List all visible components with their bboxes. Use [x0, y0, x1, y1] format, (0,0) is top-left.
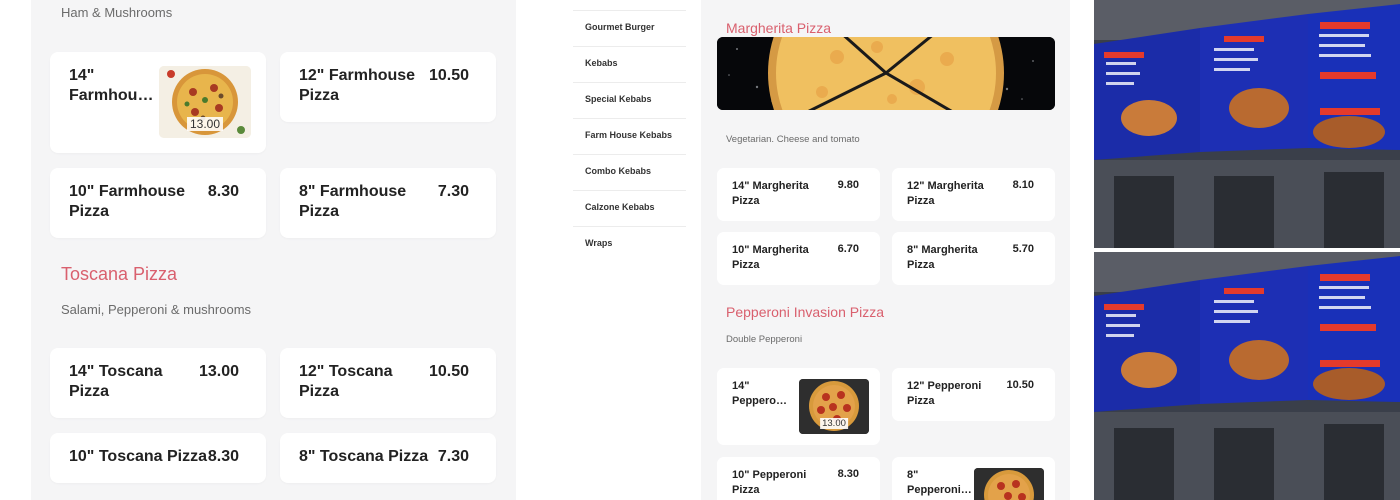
- item-price: 7.30: [437, 183, 469, 200]
- item-name: Pizza: [907, 395, 935, 407]
- item-name: Pizza: [732, 259, 760, 271]
- item-name: 12" Farmhouse: [299, 67, 416, 84]
- item-name: Pizza: [69, 383, 110, 400]
- item-name: 12" Toscana: [299, 363, 393, 380]
- item-name: 8" Toscana Pizza: [299, 448, 429, 465]
- menu-item-card[interactable]: 8" Pepperoni…: [892, 457, 1055, 500]
- item-name: Pizza: [907, 259, 935, 271]
- section-heading-margherita: Margherita Pizza: [726, 20, 832, 36]
- category-item-special-kebabs[interactable]: Special Kebabs: [573, 82, 686, 118]
- pepperoni-pizza-thumbnail[interactable]: [974, 468, 1044, 500]
- toscana-description: Salami, Pepperoni & mushrooms: [61, 302, 252, 317]
- menu-item-card[interactable]: 10" Pepperoni Pizza 8.30: [717, 457, 880, 500]
- shop-menu-board-photo: [1094, 252, 1400, 500]
- menu-item-card[interactable]: 10" Farmhouse Pizza 8.30: [50, 168, 266, 238]
- pepperoni-pizza-thumbnail[interactable]: 13.00: [799, 379, 869, 434]
- menu-item-card[interactable]: 10" Margherita Pizza 6.70: [717, 232, 880, 285]
- left-menu-panel: Ham & Mushrooms 14" Farmhou… 13.00 12" F…: [31, 0, 516, 500]
- item-name: Farmhou…: [69, 87, 154, 104]
- item-price: 8.10: [1012, 179, 1034, 191]
- category-item-combo-kebabs[interactable]: Combo Kebabs: [573, 154, 686, 190]
- menu-item-card[interactable]: 12" Margherita Pizza 8.10: [892, 168, 1055, 221]
- margherita-description: Vegetarian. Cheese and tomato: [726, 134, 860, 145]
- pizza-thumbnail[interactable]: 13.00: [159, 66, 251, 138]
- item-price: 7.30: [437, 448, 469, 465]
- category-item-farm-house-kebabs[interactable]: Farm House Kebabs: [573, 118, 686, 154]
- shop-menu-board-photo: [1094, 0, 1400, 248]
- menu-item-card[interactable]: 12" Pepperoni Pizza 10.50: [892, 368, 1055, 421]
- item-price: 10.50: [428, 363, 469, 380]
- menu-item-card[interactable]: 8" Farmhouse Pizza 7.30: [280, 168, 496, 238]
- margherita-banner: [717, 37, 1055, 110]
- item-price: 8.30: [207, 448, 239, 465]
- item-price: 5.70: [1012, 243, 1034, 255]
- item-price: 10.50: [428, 67, 469, 84]
- item-name: 12" Pepperoni: [907, 380, 982, 392]
- section-heading-pepperoni: Pepperoni Invasion Pizza: [726, 304, 884, 320]
- category-item-gourmet-burger[interactable]: Gourmet Burger: [573, 10, 686, 46]
- item-name: 14": [732, 380, 750, 392]
- section-heading-toscana: Toscana Pizza: [61, 264, 178, 284]
- menu-item-card[interactable]: 8" Toscana Pizza 7.30: [280, 433, 496, 483]
- item-name: 10" Toscana Pizza: [69, 448, 208, 465]
- item-name: Pizza: [732, 484, 760, 496]
- item-price: 6.70: [837, 243, 859, 255]
- category-item[interactable]: [573, 0, 686, 10]
- item-name: Pizza: [299, 87, 340, 104]
- item-name: 10" Margherita: [732, 244, 809, 256]
- item-name: 8" Farmhouse: [299, 183, 407, 200]
- item-name: 8" Margherita: [907, 244, 978, 256]
- item-name: Pizza: [299, 203, 340, 220]
- item-name: 14": [69, 67, 95, 84]
- item-name: 10" Pepperoni: [732, 469, 807, 481]
- item-price: 8.30: [207, 183, 239, 200]
- item-name: Pizza: [907, 195, 935, 207]
- category-nav: Gourmet Burger Kebabs Special Kebabs Far…: [573, 0, 686, 500]
- item-name: 12" Margherita: [907, 180, 984, 192]
- menu-item-card[interactable]: 14" Margherita Pizza 9.80: [717, 168, 880, 221]
- item-name: 10" Farmhouse: [69, 183, 186, 200]
- item-price: 13.00: [198, 363, 239, 380]
- farmhouse-description: Ham & Mushrooms: [61, 5, 173, 20]
- menu-item-card[interactable]: 12" Toscana Pizza 10.50: [280, 348, 496, 418]
- menu-item-card[interactable]: 14" Peppero… 13.00: [717, 368, 880, 445]
- thumbnail-price: 13.00: [820, 418, 848, 429]
- menu-item-card[interactable]: 14" Farmhou… 13.00: [50, 52, 266, 153]
- category-item-wraps[interactable]: Wraps: [573, 226, 686, 262]
- menu-item-card[interactable]: 12" Farmhouse Pizza 10.50: [280, 52, 496, 122]
- item-price: 9.80: [837, 179, 859, 191]
- pepperoni-description: Double Pepperoni: [726, 334, 803, 345]
- thumbnail-price: 13.00: [186, 117, 224, 131]
- item-price: 10.50: [1006, 379, 1034, 391]
- item-name: 14" Margherita: [732, 180, 809, 192]
- item-name: 14" Toscana: [69, 363, 163, 380]
- menu-item-card[interactable]: 14" Toscana Pizza 13.00: [50, 348, 266, 418]
- item-name: 8": [907, 469, 919, 481]
- right-menu-panel: Margherita Pizza Vegetarian. Cheese and …: [701, 0, 1070, 500]
- category-item-kebabs[interactable]: Kebabs: [573, 46, 686, 82]
- item-name: Pizza: [732, 195, 760, 207]
- item-price: 8.30: [837, 468, 859, 480]
- item-name: Pizza: [299, 383, 340, 400]
- category-item-calzone-kebabs[interactable]: Calzone Kebabs: [573, 190, 686, 226]
- item-name: Peppero…: [732, 395, 788, 407]
- menu-item-card[interactable]: 10" Toscana Pizza 8.30: [50, 433, 266, 483]
- item-name: Pizza: [69, 203, 110, 220]
- menu-item-card[interactable]: 8" Margherita Pizza 5.70: [892, 232, 1055, 285]
- item-name: Pepperoni…: [907, 484, 972, 496]
